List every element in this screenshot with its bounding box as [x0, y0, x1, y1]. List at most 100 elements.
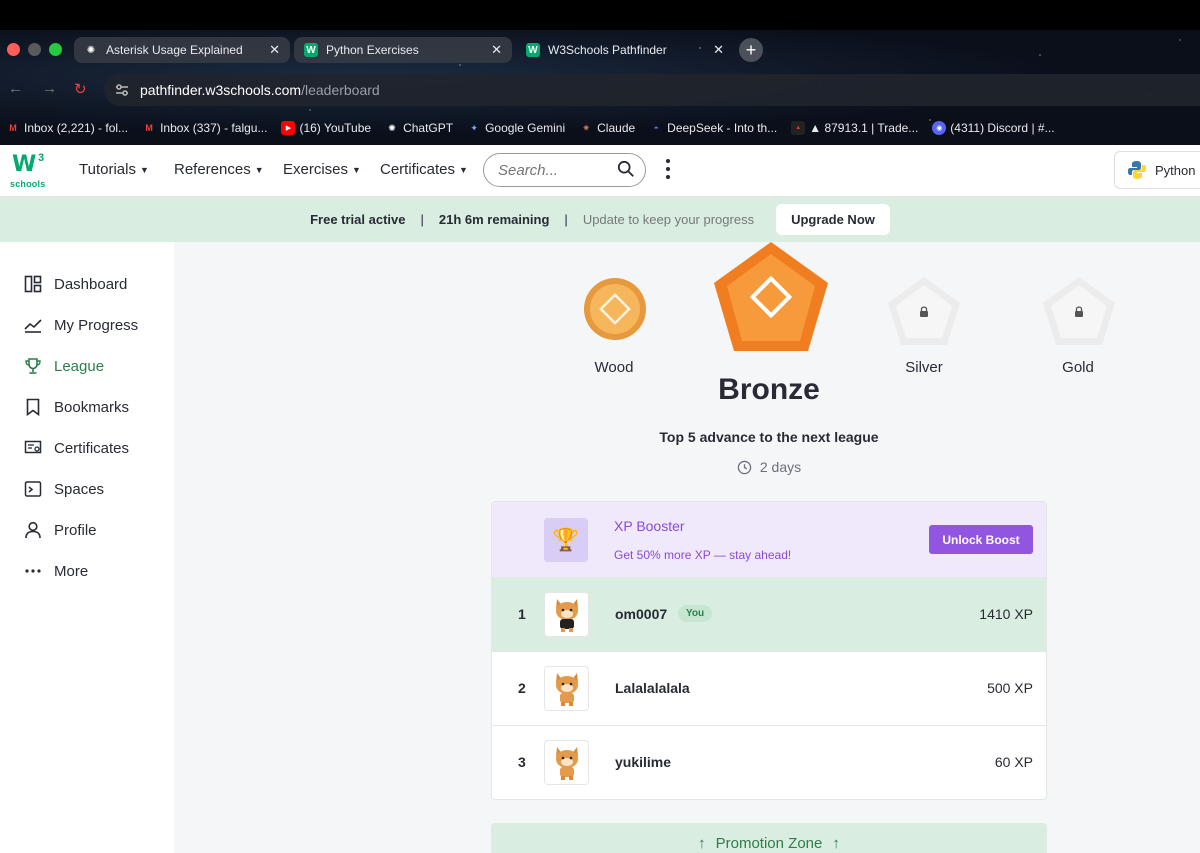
browser-tab[interactable]: W Python Exercises ✕ — [294, 37, 512, 63]
trial-remaining: 21h 6m remaining — [438, 212, 550, 227]
nav-tutorials[interactable]: Tutorials ▼ — [79, 161, 149, 178]
w3schools-logo[interactable]: W 3 schools — [10, 152, 50, 192]
username: Lalalalalala — [615, 680, 690, 696]
sidebar: Dashboard My Progress League Bookmarks C… — [0, 242, 174, 853]
username: om0007 — [615, 606, 668, 622]
banner-separator: | — [564, 212, 568, 227]
bookmark-item[interactable]: ✷ Claude — [579, 121, 635, 135]
logo-schools: schools — [10, 179, 46, 189]
bookmark-item[interactable]: ✦ Google Gemini — [467, 121, 565, 135]
bookmark-label: (4311) Discord | #... — [950, 121, 1055, 135]
bookmark-label: (16) YouTube — [299, 121, 372, 135]
close-window-button[interactable] — [7, 43, 20, 56]
tab-title: Asterisk Usage Explained — [106, 43, 243, 57]
sidebar-item-league[interactable]: League — [24, 354, 104, 378]
rank: 2 — [518, 680, 526, 696]
sidebar-item-label: More — [54, 562, 89, 580]
bookmark-label: Google Gemini — [485, 121, 566, 135]
leaderboard-row[interactable]: 3 yukilime 60 XP — [492, 725, 1046, 799]
language-selector[interactable]: Python — [1114, 151, 1200, 189]
upgrade-now-button[interactable]: Upgrade Now — [776, 204, 890, 235]
trial-status: Free trial active — [310, 212, 406, 227]
reload-icon[interactable]: ↻ — [74, 80, 87, 98]
rank: 1 — [518, 606, 526, 622]
nav-label: Certificates — [380, 161, 456, 178]
gmail-icon: M — [9, 123, 17, 133]
sidebar-item-spaces[interactable]: Spaces — [24, 477, 104, 501]
fox-avatar-icon — [555, 746, 578, 780]
close-tab-icon[interactable]: ✕ — [491, 42, 502, 58]
nav-label: Tutorials — [79, 161, 136, 178]
sidebar-item-bookmarks[interactable]: Bookmarks — [24, 395, 129, 419]
bookmark-item[interactable]: ◓ DeepSeek - Into th... — [649, 121, 777, 135]
back-arrow-icon[interactable]: ← — [8, 80, 23, 97]
sidebar-item-certificates[interactable]: Certificates — [24, 436, 129, 460]
bronze-league-badge-icon — [714, 242, 828, 351]
caret-down-icon: ▼ — [459, 164, 468, 175]
bookmark-item[interactable]: M Inbox (2,221) - fol... — [6, 121, 128, 135]
bookmark-label: Claude — [597, 121, 636, 135]
booster-title: XP Booster — [614, 518, 685, 534]
time-remaining: 2 days — [719, 459, 819, 475]
browser-tab[interactable]: ✺ Asterisk Usage Explained ✕ — [74, 37, 290, 63]
browser-tab-active[interactable]: W W3Schools Pathfinder ✕ — [516, 37, 734, 63]
bookmark-item[interactable]: ✺ ChatGPT — [385, 121, 453, 135]
nav-references[interactable]: References ▼ — [174, 161, 264, 178]
minimize-window-button[interactable] — [28, 43, 41, 56]
tab-title: W3Schools Pathfinder — [548, 43, 667, 57]
bookmark-item[interactable]: ▶ (16) YouTube — [281, 121, 371, 135]
sidebar-item-more[interactable]: More — [24, 559, 88, 583]
booster-subtitle: Get 50% more XP — stay ahead! — [614, 548, 792, 562]
w3schools-icon: W — [526, 43, 540, 57]
username: yukilime — [615, 754, 672, 770]
nav-label: Exercises — [283, 161, 349, 178]
nav-exercises[interactable]: Exercises ▼ — [283, 161, 361, 178]
bookmark-item[interactable]: ◉ (4311) Discord | #... — [932, 121, 1055, 135]
promotion-zone-divider: ↑ Promotion Zone ↑ — [491, 823, 1047, 853]
fox-avatar-icon — [555, 598, 578, 632]
claude-icon: ✷ — [582, 122, 590, 133]
advance-text: Top 5 advance to the next league — [659, 429, 879, 445]
url-path: /leaderboard — [301, 82, 380, 98]
sidebar-item-dashboard[interactable]: Dashboard — [24, 272, 127, 296]
user-icon — [25, 521, 41, 539]
unlock-boost-button[interactable]: Unlock Boost — [929, 525, 1033, 554]
address-bar[interactable]: pathfinder.w3schools.com/leaderboard — [104, 74, 1200, 106]
xp-booster-panel: 🏆 XP Booster Get 50% more XP — stay ahea… — [492, 502, 1046, 577]
nav-certificates[interactable]: Certificates ▼ — [380, 161, 468, 178]
chatgpt-icon: ✺ — [86, 44, 96, 56]
close-tab-icon[interactable]: ✕ — [269, 42, 280, 58]
bookmark-item[interactable]: M Inbox (337) - falgu... — [142, 121, 267, 135]
sidebar-item-profile[interactable]: Profile — [24, 518, 97, 542]
site-header: W 3 schools Tutorials ▼ References ▼ Exerc… — [0, 145, 1200, 197]
wood-medal-icon — [584, 278, 646, 340]
dashboard-icon — [24, 275, 42, 293]
bookmark-label: Inbox (337) - falgu... — [160, 121, 268, 135]
deepseek-icon: ◓ — [653, 123, 659, 133]
search-icon[interactable] — [617, 160, 635, 178]
more-menu-icon[interactable] — [666, 159, 670, 179]
bookmark-label: DeepSeek - Into th... — [667, 121, 778, 135]
bookmark-item[interactable]: ▲ ▲ 87913.1 | Trade... — [791, 121, 918, 135]
fox-avatar-icon — [555, 672, 578, 706]
sidebar-item-label: Dashboard — [54, 275, 128, 293]
caret-down-icon: ▼ — [139, 164, 149, 175]
site-settings-icon[interactable] — [114, 82, 130, 98]
more-icon — [25, 569, 41, 573]
silver-locked-badge-icon — [888, 277, 960, 345]
search-box[interactable] — [483, 153, 646, 187]
close-tab-icon[interactable]: ✕ — [713, 42, 724, 58]
maximize-window-button[interactable] — [49, 43, 62, 56]
clock-icon — [737, 460, 752, 474]
new-tab-button[interactable]: + — [739, 38, 763, 62]
leaderboard-row[interactable]: 1 om0007 You 1410 XP — [492, 577, 1046, 651]
leaderboard-row[interactable]: 2 Lalalalalala 500 XP — [492, 651, 1046, 725]
sidebar-item-my-progress[interactable]: My Progress — [24, 313, 138, 337]
search-input[interactable] — [498, 161, 608, 179]
sidebar-item-label: Profile — [54, 521, 97, 539]
logo-three: 3 — [38, 152, 45, 164]
forward-arrow-icon[interactable]: → — [42, 80, 57, 97]
xp-value: 1410 XP — [979, 606, 1033, 622]
bookmark-label: ▲ 87913.1 | Trade... — [809, 121, 919, 135]
bookmarks-bar: M Inbox (2,221) - fol... M Inbox (337) - f… — [0, 114, 1200, 142]
